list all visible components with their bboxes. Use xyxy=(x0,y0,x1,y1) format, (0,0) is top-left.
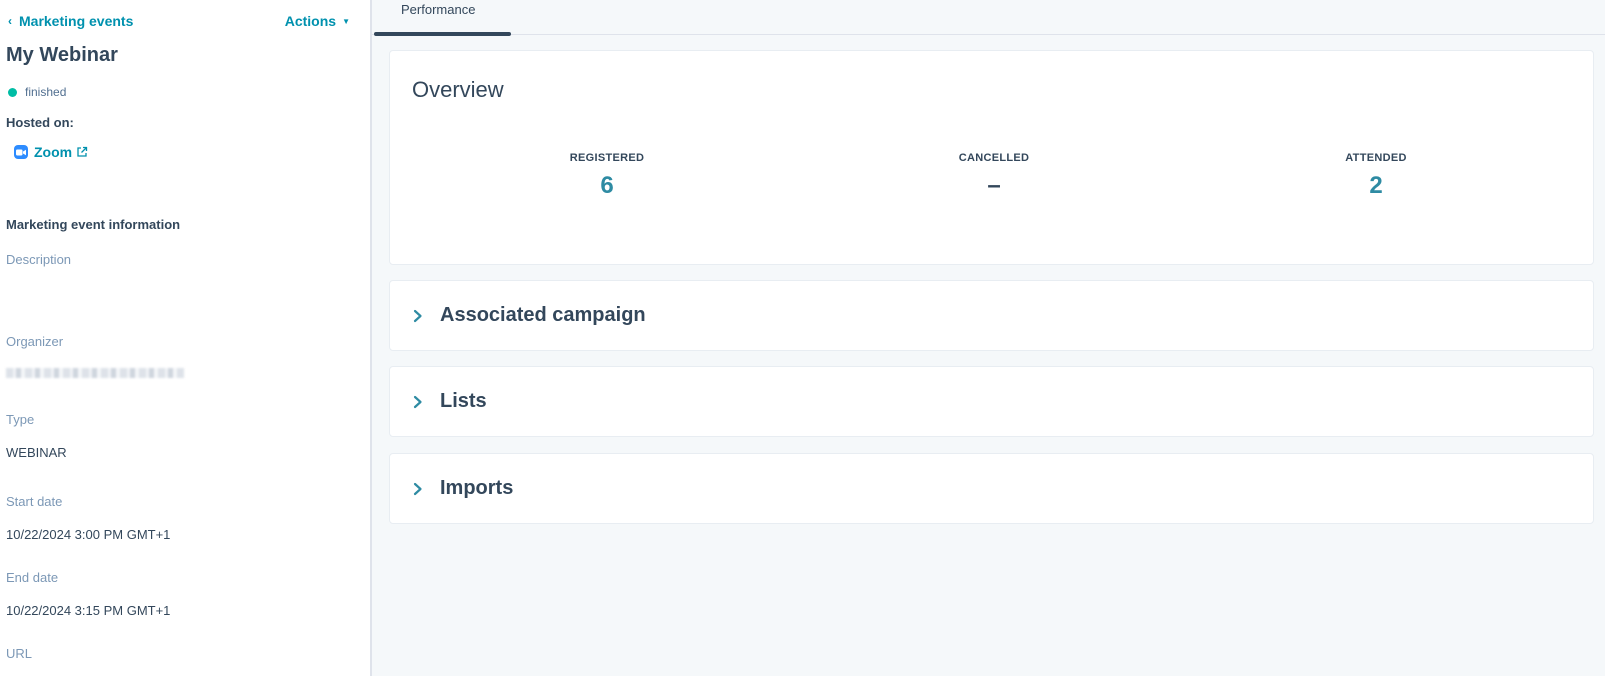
cancelled-value: – xyxy=(987,172,1001,199)
organizer-value-redacted xyxy=(6,368,184,378)
actions-dropdown[interactable]: Actions ▼ xyxy=(285,13,350,29)
chevron-right-icon xyxy=(413,309,422,322)
app-root: ‹ Marketing events Actions ▼ My Webinar … xyxy=(0,0,1605,676)
metric-cancelled: CANCELLED – xyxy=(894,152,1094,200)
lists-section[interactable]: Lists xyxy=(389,366,1594,437)
tab-performance-label: Performance xyxy=(401,2,476,17)
hosted-on-label: Hosted on: xyxy=(6,115,74,130)
event-sidebar: ‹ Marketing events Actions ▼ My Webinar … xyxy=(0,0,372,676)
external-link-icon xyxy=(77,146,88,157)
zoom-icon xyxy=(14,145,28,159)
active-tab-indicator xyxy=(374,32,511,36)
metric-registered: REGISTERED 6 xyxy=(507,152,707,200)
status-text: finished xyxy=(25,85,67,99)
cancelled-label: CANCELLED xyxy=(958,152,1030,164)
registered-value[interactable]: 6 xyxy=(507,172,707,200)
chevron-left-icon: ‹ xyxy=(8,14,12,28)
metric-attended: ATTENDED 2 xyxy=(1276,152,1476,200)
caret-down-icon: ▼ xyxy=(342,16,350,26)
associated-campaign-section[interactable]: Associated campaign xyxy=(389,280,1594,351)
status-badge: finished xyxy=(6,85,350,99)
registered-label: REGISTERED xyxy=(569,152,645,164)
start-date-value: 10/22/2024 3:00 PM GMT+1 xyxy=(6,527,171,542)
start-date-label: Start date xyxy=(6,494,63,509)
attended-value[interactable]: 2 xyxy=(1276,172,1476,200)
back-to-marketing-events-link[interactable]: ‹ Marketing events xyxy=(6,13,133,29)
main-content: Performance Overview REGISTERED 6 CANCEL… xyxy=(372,0,1605,676)
imports-section[interactable]: Imports xyxy=(389,453,1594,524)
organizer-label: Organizer xyxy=(6,334,64,349)
description-label: Description xyxy=(6,252,72,267)
overview-title: Overview xyxy=(412,77,504,102)
event-info-section-title: Marketing event information xyxy=(6,217,181,232)
tab-performance[interactable]: Performance xyxy=(374,0,511,36)
tab-bar: Performance xyxy=(372,0,1605,36)
chevron-right-icon xyxy=(413,482,422,495)
end-date-value: 10/22/2024 3:15 PM GMT+1 xyxy=(6,603,171,618)
chevron-right-icon xyxy=(413,395,422,408)
back-link-label: Marketing events xyxy=(19,13,134,29)
imports-title: Imports xyxy=(440,477,514,499)
sidebar-header: ‹ Marketing events Actions ▼ xyxy=(6,12,350,30)
overview-card: Overview REGISTERED 6 CANCELLED – ATTEND… xyxy=(389,50,1594,265)
event-title: My Webinar xyxy=(6,44,118,66)
lists-title: Lists xyxy=(440,390,487,412)
type-value: WEBINAR xyxy=(6,445,67,460)
zoom-link[interactable]: Zoom xyxy=(14,144,350,160)
zoom-link-label: Zoom xyxy=(34,144,73,160)
status-dot-icon xyxy=(8,87,17,97)
associated-campaign-title: Associated campaign xyxy=(440,304,646,326)
end-date-label: End date xyxy=(6,570,59,585)
url-label: URL xyxy=(6,646,33,661)
actions-label: Actions xyxy=(284,13,337,29)
attended-label: ATTENDED xyxy=(1345,152,1407,164)
type-label: Type xyxy=(6,412,35,427)
